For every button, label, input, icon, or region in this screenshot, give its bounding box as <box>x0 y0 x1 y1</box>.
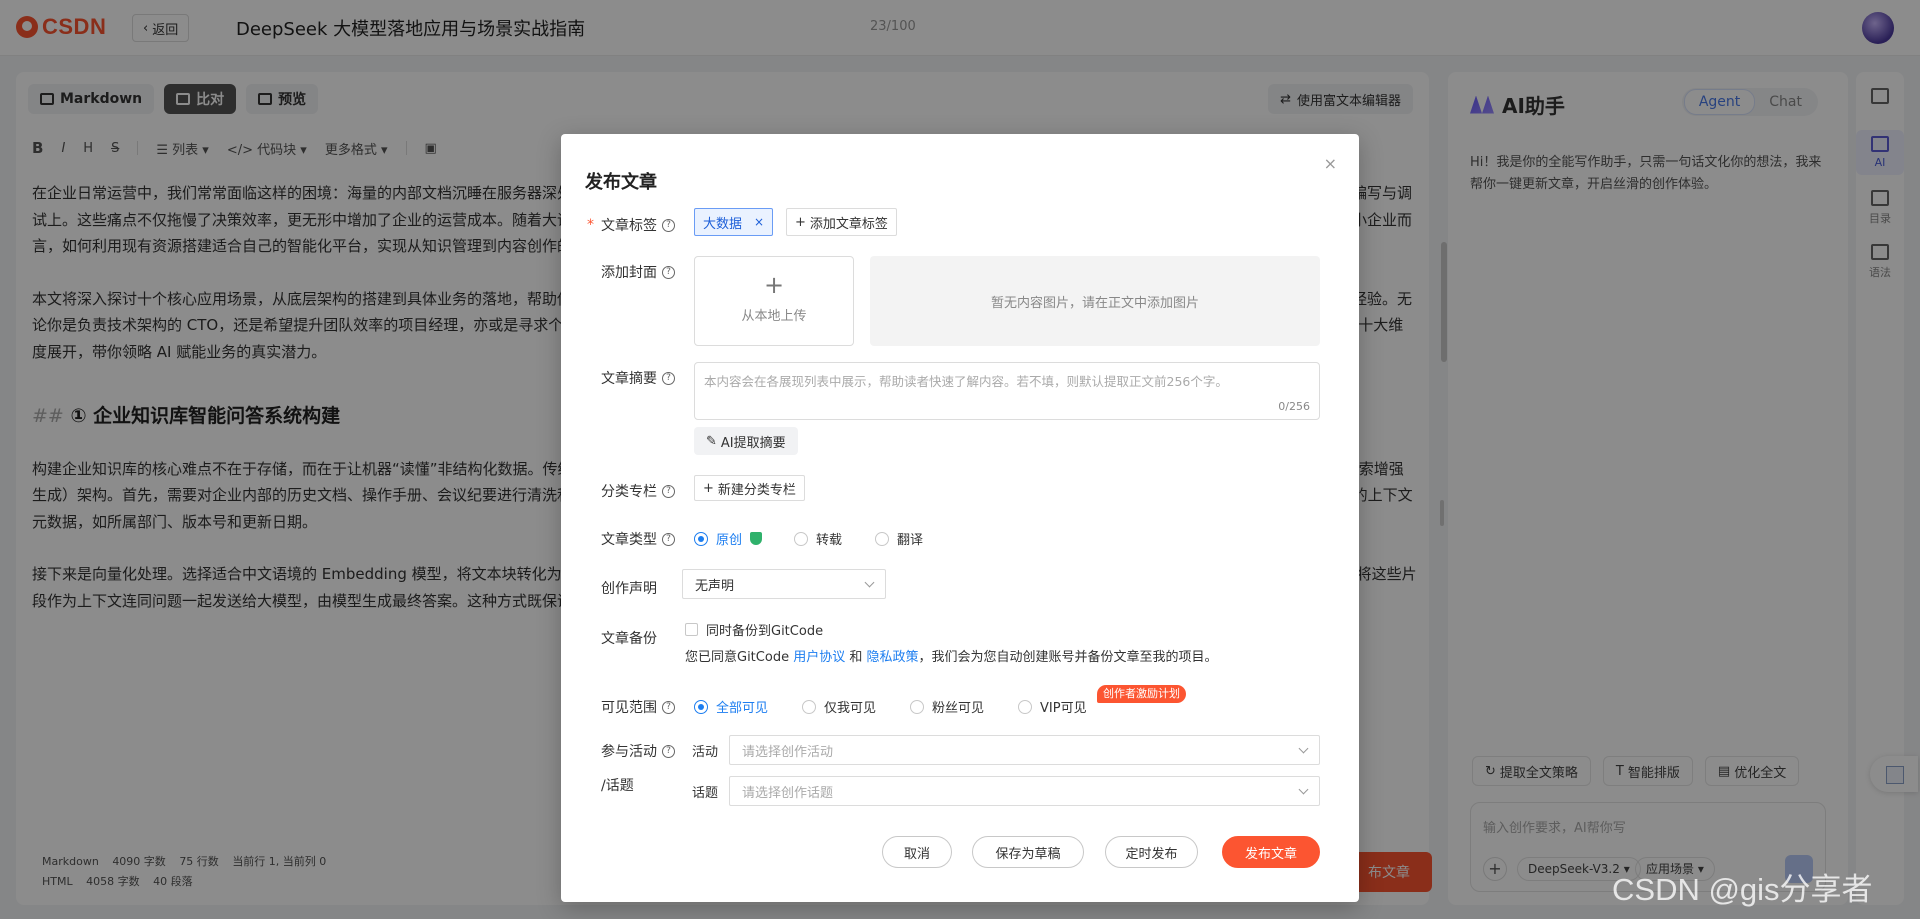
label-text: 可见范围 <box>601 700 657 716</box>
radio-dot <box>875 531 889 546</box>
radio-label: 粉丝可见 <box>932 701 985 716</box>
type-translation-radio[interactable]: 翻译 <box>875 529 923 548</box>
select-value: 无声明 <box>695 578 735 594</box>
abstract-textarea[interactable]: 本内容会在各展现列表中展示，帮助读者快速了解内容。若不填，则默认提取正文前256… <box>694 362 1320 420</box>
verified-shield-icon <box>750 532 763 545</box>
label-text: 文章摘要 <box>601 371 657 387</box>
add-tag-label: 添加文章标签 <box>809 216 888 232</box>
remove-tag-icon[interactable]: × <box>754 215 764 229</box>
radio-label: 转载 <box>816 533 843 548</box>
radio-label: 全部可见 <box>716 701 769 716</box>
radio-dot <box>910 699 924 714</box>
magic-wand-icon: ✎ <box>706 433 717 449</box>
type-repost-radio[interactable]: 转载 <box>794 529 842 548</box>
radio-dot <box>694 699 708 714</box>
radio-label: 原创 <box>716 533 743 548</box>
cancel-button[interactable]: 取消 <box>882 836 952 868</box>
topic-sub-label: 话题 <box>692 786 719 801</box>
publish-article-button[interactable]: 发布文章 <box>1222 836 1320 868</box>
help-icon[interactable]: ? <box>662 484 675 498</box>
checkbox-box <box>685 623 698 636</box>
chevron-down-icon <box>1298 784 1309 794</box>
cover-label: 添加封面? <box>601 262 675 282</box>
note-text: 和 <box>849 650 863 665</box>
chevron-down-icon <box>864 577 875 587</box>
radio-dot <box>794 531 808 546</box>
radio-label: VIP可见 <box>1040 701 1087 716</box>
label-text: 文章类型 <box>601 532 657 548</box>
no-content-images: 暂无内容图片，请在正文中添加图片 <box>870 256 1320 346</box>
radio-label: 仅我可见 <box>824 701 877 716</box>
help-icon[interactable]: ? <box>662 744 675 758</box>
schedule-publish-button[interactable]: 定时发布 <box>1105 836 1198 868</box>
help-icon[interactable]: ? <box>662 218 675 232</box>
select-placeholder: 请选择创作活动 <box>742 744 834 760</box>
label-text: 文章备份 <box>601 631 657 647</box>
help-icon[interactable]: ? <box>662 532 675 546</box>
note-text: ，我们会为您自动创建账号并备份文章至我的项目。 <box>918 650 1218 665</box>
radio-label: 翻译 <box>897 533 924 548</box>
publish-article-dialog: × 发布文章 * 文章标签? 大数据 × + 添加文章标签 添加封面? + 从本地上传… <box>561 134 1359 902</box>
help-icon[interactable]: ? <box>662 265 675 279</box>
backup-label: 文章备份 <box>601 628 657 648</box>
new-column-button[interactable]: + 新建分类专栏 <box>694 475 805 501</box>
save-draft-button[interactable]: 保存为草稿 <box>972 836 1084 868</box>
backup-gitcode-checkbox[interactable]: 同时备份到GitCode <box>685 620 823 639</box>
help-icon[interactable]: ? <box>662 371 675 385</box>
article-type-label: 文章类型? <box>601 529 675 549</box>
radio-dot <box>802 699 816 714</box>
upload-label: 从本地上传 <box>741 309 807 324</box>
abstract-char-count: 0/256 <box>1278 400 1310 413</box>
abstract-placeholder: 本内容会在各展现列表中展示，帮助读者快速了解内容。若不填，则默认提取正文前256… <box>704 374 1228 389</box>
visibility-label: 可见范围? <box>601 697 675 717</box>
dialog-title: 发布文章 <box>585 172 657 193</box>
upload-cover-button[interactable]: + 从本地上传 <box>694 256 854 346</box>
label-text: 添加封面 <box>601 265 657 281</box>
visibility-vip-radio[interactable]: VIP可见 <box>1018 697 1087 716</box>
radio-dot <box>1018 699 1032 714</box>
abstract-label: 文章摘要? <box>601 368 675 388</box>
statement-select[interactable]: 无声明 <box>682 569 886 599</box>
plus-icon: + <box>795 214 806 230</box>
required-mark: * <box>587 217 594 233</box>
statement-label: 创作声明 <box>601 578 657 598</box>
visibility-self-radio[interactable]: 仅我可见 <box>802 697 876 716</box>
activity-select[interactable]: 请选择创作活动 <box>729 735 1320 765</box>
label-text: 分类专栏 <box>601 484 657 500</box>
article-tag[interactable]: 大数据 × <box>694 208 774 236</box>
radio-dot <box>694 531 708 546</box>
label-text: 参与活动 <box>601 744 657 760</box>
label-text: 文章标签 <box>601 218 657 234</box>
ai-extract-abstract-button[interactable]: ✎ AI提取摘要 <box>694 427 798 455</box>
new-column-label: 新建分类专栏 <box>717 482 796 498</box>
watermark: CSDN @gis分享者 <box>1612 872 1873 907</box>
creator-incentive-badge: 创作者激励计划 <box>1097 685 1186 703</box>
help-icon[interactable]: ? <box>662 700 675 714</box>
type-original-radio[interactable]: 原创 <box>694 529 763 548</box>
plus-icon: + <box>703 480 714 496</box>
tag-text: 大数据 <box>703 216 743 232</box>
checkbox-label: 同时备份到GitCode <box>706 624 824 639</box>
column-label: 分类专栏? <box>601 481 675 501</box>
note-text: 您已同意GitCode <box>685 650 790 665</box>
gitcode-agreement-note: 您已同意GitCode 用户协议 和 隐私政策，我们会为您自动创建账号并备份文章… <box>685 646 1218 665</box>
activity-sub-label: 活动 <box>692 745 719 760</box>
tags-label: * 文章标签? <box>587 215 675 235</box>
user-agreement-link[interactable]: 用户协议 <box>793 650 845 665</box>
chevron-down-icon <box>1298 743 1309 753</box>
activity-label: 参与活动? <box>601 741 675 761</box>
label-text: /话题 <box>601 778 634 794</box>
add-tag-button[interactable]: + 添加文章标签 <box>786 208 897 236</box>
visibility-all-radio[interactable]: 全部可见 <box>694 697 768 716</box>
topic-label: /话题 <box>601 775 634 795</box>
topic-select[interactable]: 请选择创作话题 <box>729 776 1320 806</box>
privacy-policy-link[interactable]: 隐私政策 <box>867 650 919 665</box>
close-icon[interactable]: × <box>1324 154 1337 173</box>
plus-icon: + <box>763 271 785 299</box>
label-text: 创作声明 <box>601 581 657 597</box>
visibility-fans-radio[interactable]: 粉丝可见 <box>910 697 984 716</box>
select-placeholder: 请选择创作话题 <box>742 785 834 801</box>
ai-abstract-label: AI提取摘要 <box>720 435 786 451</box>
